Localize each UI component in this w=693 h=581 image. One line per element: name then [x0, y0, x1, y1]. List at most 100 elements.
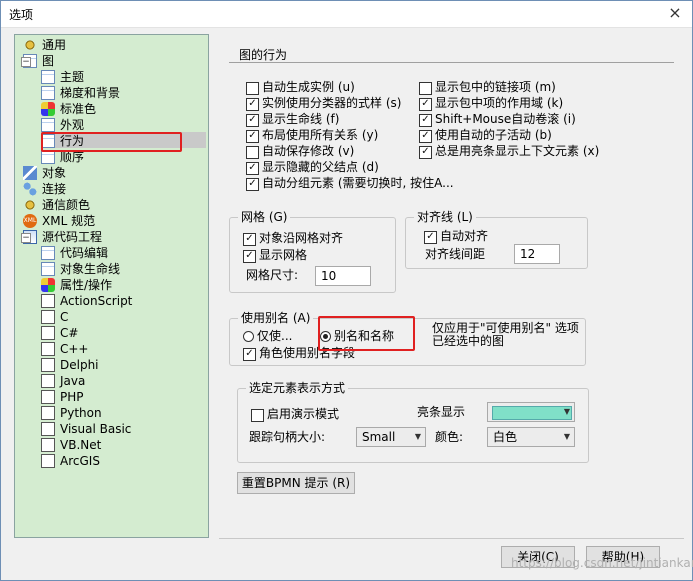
behavior-checkbox[interactable]: ✓ 布局使用所有关系 (y): [246, 128, 378, 144]
behavior-checkbox[interactable]: 自动保存修改 (v): [246, 144, 354, 160]
behavior-panel: 图的行为 自动生成实例 (u) ✓ 实例使用分类器的式样 (s) ✓ 显示生命线 (f)…: [219, 34, 684, 536]
tree-item[interactable]: XML XML 规范: [23, 213, 97, 229]
checkbox-box[interactable]: ✓: [419, 98, 432, 111]
behavior-checkbox[interactable]: ✓ 使用自动的子活动 (b): [419, 128, 552, 144]
align-group-title: 对齐线 (L): [414, 210, 476, 225]
behavior-checkbox[interactable]: ✓ 显示隐藏的父结点 (d): [246, 160, 379, 176]
tree-item-label: VB.Net: [60, 438, 102, 452]
tree-item[interactable]: C++: [41, 341, 91, 357]
checkbox-label: 总是用亮条显示上下文元素 (x): [435, 144, 600, 158]
align-spacing-label: 对齐线间距: [425, 247, 486, 261]
checkbox-box[interactable]: ✓: [246, 178, 259, 191]
demo-mode-checkbox[interactable]: 启用演示模式: [251, 407, 339, 423]
tree-item[interactable]: C: [41, 309, 70, 325]
alias-only-dot[interactable]: [243, 331, 254, 342]
checkbox-box[interactable]: ✓: [419, 114, 432, 127]
show-grid-box[interactable]: ✓: [243, 250, 256, 263]
behavior-checkbox[interactable]: 自动生成实例 (u): [246, 80, 355, 96]
tree-item[interactable]: Python: [41, 405, 104, 421]
tree-item[interactable]: C#: [41, 325, 80, 341]
snap-to-grid-checkbox[interactable]: ✓ 对象沿网格对齐: [243, 231, 343, 247]
highlight-color-picker[interactable]: ▼: [487, 402, 575, 422]
tree-item[interactable]: 标准色: [41, 101, 98, 117]
lang-icon: [41, 422, 55, 436]
checkbox-box[interactable]: [246, 82, 259, 95]
tree-item[interactable]: 通用: [23, 37, 68, 53]
checkbox-label: 布局使用所有关系 (y): [262, 128, 379, 142]
grid-size-input[interactable]: 10: [315, 266, 371, 286]
checkbox-label: 使用自动的子活动 (b): [435, 128, 552, 142]
show-grid-label: 显示网格: [259, 248, 308, 262]
tree-item-label: 连接: [42, 182, 67, 196]
grid-group-title: 网格 (G): [238, 210, 291, 225]
snap-to-grid-label: 对象沿网格对齐: [259, 231, 344, 245]
tree-item[interactable]: 连接: [23, 181, 68, 197]
tree-item[interactable]: 梯度和背景: [41, 85, 122, 101]
chevron-down-icon: ▼: [414, 432, 421, 441]
tree-item[interactable]: ActionScript: [41, 293, 134, 309]
alias-group-title: 使用别名 (A): [238, 311, 314, 326]
handle-size-select[interactable]: Small ▼: [356, 427, 426, 447]
tree-item[interactable]: 主题: [41, 69, 86, 85]
reset-bpmn-button[interactable]: 重置BPMN 提示 (R): [237, 472, 355, 494]
behavior-checkbox[interactable]: ✓ Shift+Mouse自动卷滚 (i): [419, 112, 576, 128]
tree-item[interactable]: 外观: [41, 117, 86, 133]
tree-item-label: 源代码工程: [42, 230, 103, 244]
tree-item[interactable]: PHP: [41, 389, 86, 405]
behavior-checkbox[interactable]: ✓ 显示包中项的作用域 (k): [419, 96, 563, 112]
tree-item-label: 标准色: [60, 102, 97, 116]
alias-only-radio[interactable]: 仅使...: [243, 329, 292, 345]
chevron-down-icon: ▼: [563, 407, 570, 416]
tree-item[interactable]: ArcGIS: [41, 453, 102, 469]
collapse-icon[interactable]: −: [21, 57, 31, 67]
tree-item[interactable]: 源代码工程: [23, 229, 104, 245]
color-select[interactable]: 白色 ▼: [487, 427, 575, 447]
tree-item[interactable]: 对象: [23, 165, 68, 181]
highlight-box-behavior: [41, 132, 182, 152]
align-spacing-input[interactable]: 12: [514, 244, 560, 264]
tree-item[interactable]: 通信颜色: [23, 197, 92, 213]
snap-to-grid-box[interactable]: ✓: [243, 233, 256, 246]
tree-item[interactable]: 对象生命线: [41, 261, 122, 277]
auto-align-checkbox[interactable]: ✓ 自动对齐: [424, 229, 488, 245]
checkbox-box[interactable]: ✓: [246, 114, 259, 127]
close-icon[interactable]: ×: [666, 4, 684, 22]
behavior-checkbox[interactable]: 显示包中的链接项 (m): [419, 80, 556, 96]
demo-mode-box[interactable]: [251, 409, 264, 422]
tree-item[interactable]: VB.Net: [41, 437, 103, 453]
behavior-checkbox[interactable]: ✓ 自动分组元素 (需要切换时, 按住A...: [246, 176, 454, 192]
tree-item[interactable]: Delphi: [41, 357, 101, 373]
alias-note-line2: 已经选中的图: [432, 334, 505, 348]
behavior-checkbox[interactable]: ✓ 实例使用分类器的式样 (s): [246, 96, 401, 112]
tree-item[interactable]: 属性/操作: [41, 277, 114, 293]
checkbox-label: Shift+Mouse自动卷滚 (i): [435, 112, 576, 126]
checkbox-box[interactable]: ✓: [246, 162, 259, 175]
doc-icon: [41, 70, 55, 84]
checkbox-box[interactable]: [246, 146, 259, 159]
tree-item[interactable]: 代码编辑: [41, 245, 110, 261]
options-tree[interactable]: 通用图 − 主题 梯度和背景 标准色 外观 行为 顺序 对象 连接 通信颜色 XML XML 规范 源代码…: [14, 34, 209, 538]
checkbox-box[interactable]: ✓: [419, 146, 432, 159]
checkbox-label: 自动分组元素 (需要切换时, 按住A...: [262, 176, 454, 190]
behavior-checkbox[interactable]: ✓ 总是用亮条显示上下文元素 (x): [419, 144, 599, 160]
checkbox-box[interactable]: ✓: [246, 130, 259, 143]
collapse-icon[interactable]: −: [21, 233, 31, 243]
checkbox-box[interactable]: ✓: [419, 130, 432, 143]
checkbox-box[interactable]: ✓: [246, 98, 259, 111]
checkbox-label: 显示生命线 (f): [262, 112, 340, 126]
doc-icon: [41, 150, 55, 164]
checkbox-box[interactable]: [419, 82, 432, 95]
behavior-checkbox[interactable]: ✓ 显示生命线 (f): [246, 112, 339, 128]
auto-align-label: 自动对齐: [440, 229, 489, 243]
show-grid-checkbox[interactable]: ✓ 显示网格: [243, 248, 307, 264]
tree-item-label: 代码编辑: [60, 246, 109, 260]
lang-icon: [41, 438, 55, 452]
tree-item[interactable]: Java: [41, 373, 87, 389]
tree-item-label: XML 规范: [42, 214, 96, 228]
tree-item[interactable]: Visual Basic: [41, 421, 133, 437]
lang-icon: [41, 294, 55, 308]
tree-item-label: ActionScript: [60, 294, 133, 308]
auto-align-box[interactable]: ✓: [424, 231, 437, 244]
role-alias-box[interactable]: ✓: [243, 348, 256, 361]
section-divider: [229, 62, 674, 63]
